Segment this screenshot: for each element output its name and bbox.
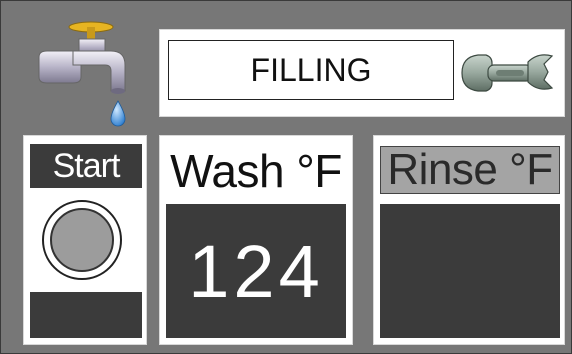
controller-frame: FILLING Start Wash °F 124 Rinse °F [0,0,572,354]
start-status-display [30,292,142,338]
water-faucet-icon [35,17,135,132]
wash-temperature-display: 124 [166,204,346,338]
start-indicator[interactable] [42,200,122,280]
rinse-title: Rinse °F [380,145,560,194]
status-text: FILLING [168,40,454,100]
wash-panel: Wash °F 124 [159,135,353,345]
rinse-temperature-display [380,204,560,338]
start-button[interactable]: Start [30,144,142,188]
rinse-panel: Rinse °F [373,135,565,345]
start-panel: Start [23,135,147,345]
wash-title: Wash °F [170,145,342,197]
status-panel: FILLING [159,29,565,117]
wrench-icon[interactable] [458,50,558,96]
indicator-lamp [50,208,114,272]
